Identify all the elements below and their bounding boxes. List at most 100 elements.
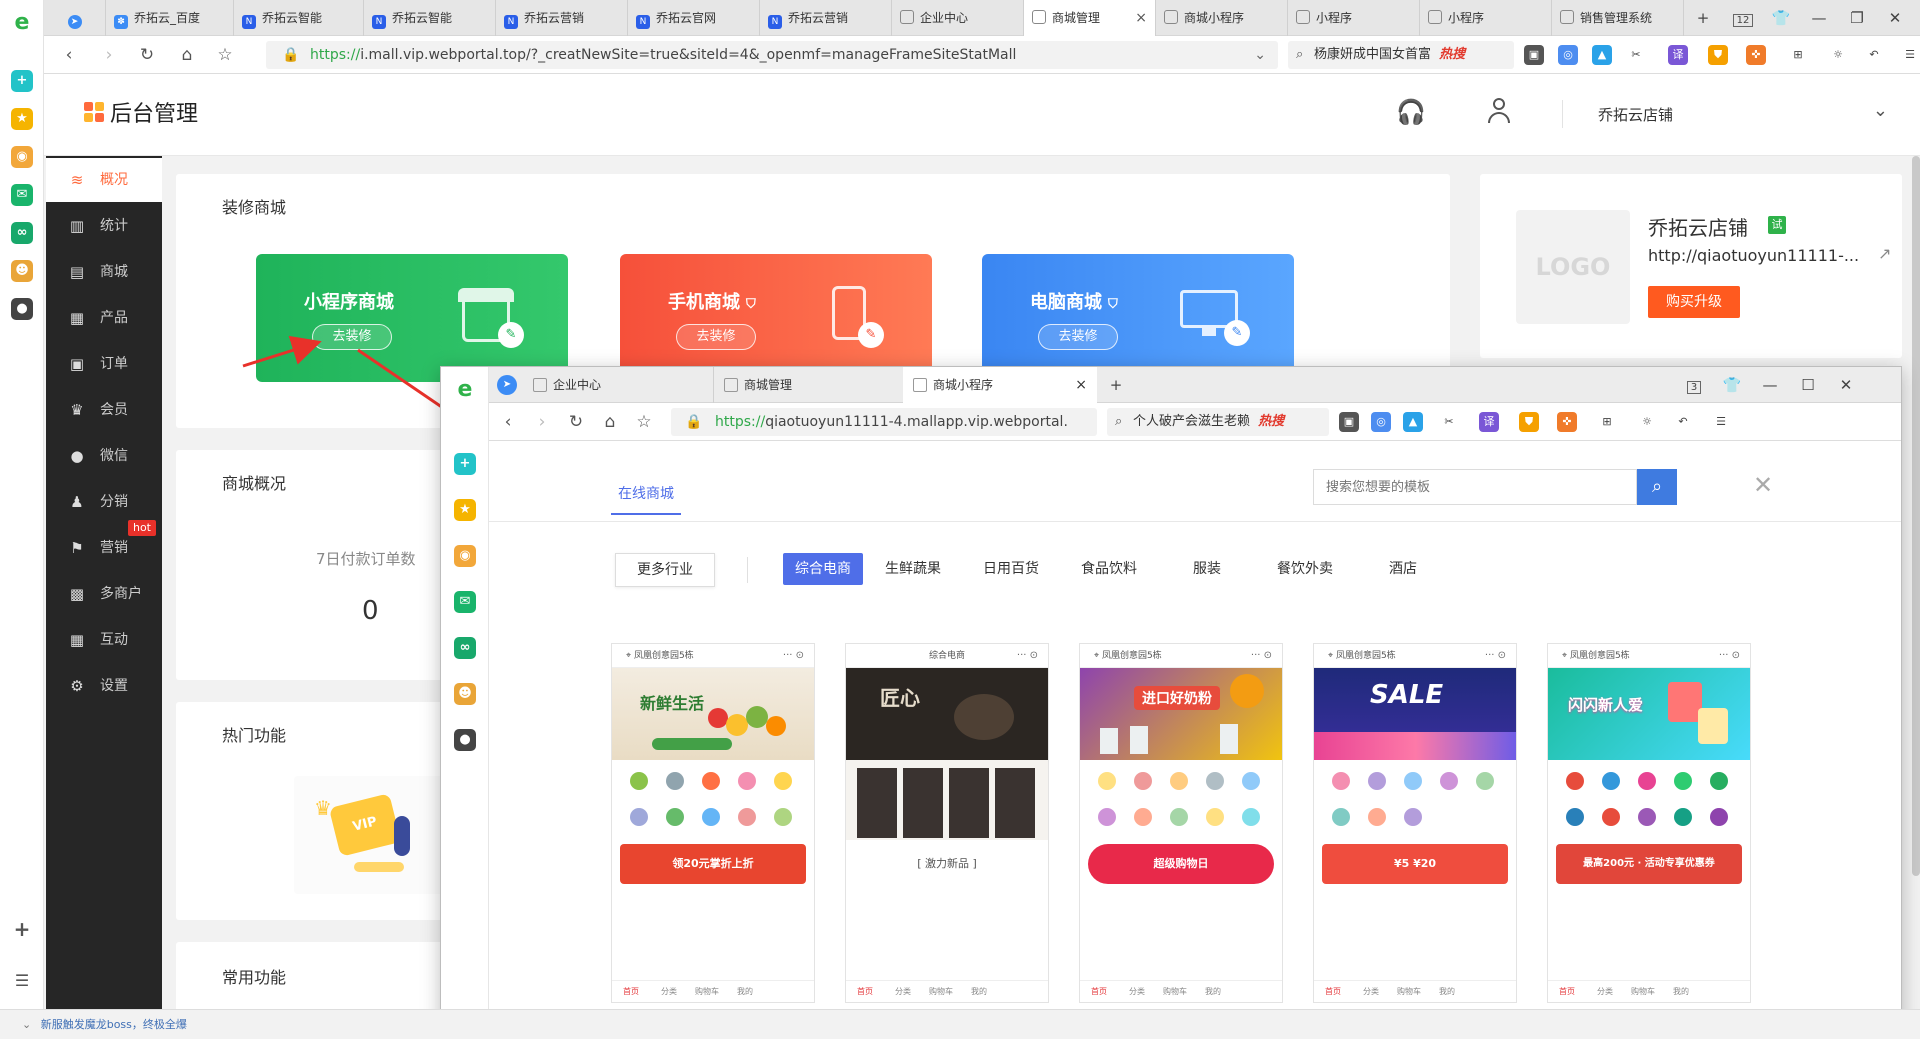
- tab-9[interactable]: 商城小程序: [1156, 0, 1288, 36]
- undo-icon[interactable]: ↶: [1673, 412, 1693, 432]
- sidebar-item-4[interactable]: ▣ 订单: [46, 342, 162, 386]
- shop-url[interactable]: http://qiaotuoyun11111-...: [1648, 246, 1859, 265]
- undo-icon[interactable]: ↶: [1864, 45, 1884, 65]
- category-catering[interactable]: 餐饮外卖: [1265, 553, 1345, 585]
- tab-7[interactable]: 企业中心: [892, 0, 1024, 36]
- popup-tab-enterprise[interactable]: 企业中心: [523, 367, 713, 403]
- popup-tab-mall-admin[interactable]: 商城管理: [713, 367, 903, 403]
- tab-8-active[interactable]: 商城管理 ×: [1024, 0, 1156, 36]
- reload-icon[interactable]: ↻: [136, 44, 158, 66]
- weibo-icon[interactable]: ◉: [454, 545, 476, 567]
- translate-icon[interactable]: 译: [1668, 45, 1688, 65]
- brightness-icon[interactable]: ☼: [1637, 412, 1657, 432]
- close-popup-icon[interactable]: ✕: [1753, 471, 1773, 499]
- link-icon[interactable]: ∞: [454, 637, 476, 659]
- template-card-craft[interactable]: 综合电商 ··· ⊙ 匠心 [ 激力新品 ] 首页 分类 购物车 我的: [845, 643, 1049, 1003]
- apps-grid-icon[interactable]: ⊞: [1788, 45, 1808, 65]
- forward-icon[interactable]: ›: [531, 411, 553, 433]
- tab-1[interactable]: ✽ 乔拓云_百度: [106, 0, 234, 36]
- user-icon[interactable]: [1486, 96, 1512, 124]
- browser-menu-icon[interactable]: ☰: [1711, 412, 1731, 432]
- sidebar-item-10[interactable]: ▦ 互动: [46, 618, 162, 662]
- sidebar-item-11[interactable]: ⚙ 设置: [46, 664, 162, 708]
- navigation-icon[interactable]: ➤: [497, 375, 517, 395]
- url-field[interactable]: 🔒 https://i.mall.vip.webportal.top/?_cre…: [266, 41, 1278, 69]
- link-icon[interactable]: ∞: [11, 222, 33, 244]
- url-field[interactable]: 🔒 https://qiaotuoyun11111-4.mallapp.vip.…: [671, 408, 1097, 436]
- shop-name-dropdown[interactable]: 乔拓云店铺 ⌄: [1598, 100, 1888, 126]
- new-tab-button[interactable]: +: [1684, 0, 1722, 36]
- sidebar-item-8[interactable]: ⚑ 营销 hot: [46, 520, 162, 570]
- url-dropdown-icon[interactable]: ⌄: [1254, 41, 1266, 69]
- add-shortcut-icon[interactable]: +: [11, 918, 33, 940]
- close-tab-icon[interactable]: ×: [1135, 0, 1147, 36]
- shield-icon[interactable]: ⛊: [1708, 45, 1728, 65]
- close-window-button[interactable]: ✕: [1876, 0, 1914, 36]
- game-icon[interactable]: ☻: [11, 260, 33, 282]
- game-icon[interactable]: ☻: [454, 683, 476, 705]
- extension-box-icon[interactable]: ▣: [1524, 45, 1544, 65]
- tab-5[interactable]: N 乔拓云官网: [628, 0, 760, 36]
- star-icon[interactable]: ★: [11, 108, 33, 130]
- sidebar-item-2[interactable]: ▤ 商城: [46, 250, 162, 294]
- sidebar-item-7[interactable]: ♟ 分销: [46, 480, 162, 524]
- extension-box-icon[interactable]: ▣: [1339, 412, 1359, 432]
- scissors-icon[interactable]: ✂: [1626, 45, 1646, 65]
- template-card-milk[interactable]: ⌖ 凤凰创意园5栋 ··· ⊙ 进口好奶粉 超级购物日 首页 分类 购物车 我的: [1079, 643, 1283, 1003]
- decorate-button[interactable]: 去装修: [1038, 324, 1118, 350]
- shirt-icon[interactable]: 👕: [1713, 367, 1751, 403]
- page-scrollbar[interactable]: [1912, 156, 1920, 876]
- decorate-button[interactable]: 去装修: [312, 324, 392, 350]
- tab-0[interactable]: ➤: [50, 0, 106, 36]
- weibo-icon[interactable]: ◉: [11, 146, 33, 168]
- template-card-sale[interactable]: ⌖ 凤凰创意园5栋 ··· ⊙ SALE ¥5 ¥20 首页 分类 购物车 我的: [1313, 643, 1517, 1003]
- category-food[interactable]: 食品饮料: [1069, 553, 1149, 585]
- search-button[interactable]: ⌕: [1637, 469, 1677, 505]
- online-mall-tab[interactable]: 在线商城: [611, 475, 681, 515]
- popup-tab-mall-miniprogram[interactable]: 商城小程序 ×: [903, 367, 1097, 403]
- tab-6[interactable]: N 乔拓云营销: [760, 0, 892, 36]
- minimize-button[interactable]: —: [1751, 367, 1789, 403]
- template-card-fresh[interactable]: ⌖ 凤凰创意园5栋 ··· ⊙ 新鲜生活 领20元掌折上折 首页 分类 购物车 我的: [611, 643, 815, 1003]
- add-icon[interactable]: +: [11, 70, 33, 92]
- mail-icon[interactable]: ✉: [11, 184, 33, 206]
- category-clothing[interactable]: 服装: [1167, 553, 1247, 585]
- external-link-icon[interactable]: ↗: [1878, 244, 1891, 263]
- maximize-button[interactable]: ❐: [1838, 0, 1876, 36]
- panda-icon[interactable]: ●: [11, 298, 33, 320]
- shield-icon[interactable]: ⛊: [1519, 412, 1539, 432]
- decorate-button[interactable]: 去装修: [676, 324, 756, 350]
- back-icon[interactable]: ‹: [497, 411, 519, 433]
- forward-icon[interactable]: ›: [98, 44, 120, 66]
- mail-icon[interactable]: ✉: [454, 591, 476, 613]
- category-ecommerce[interactable]: 综合电商: [783, 553, 863, 585]
- upgrade-button[interactable]: 购买升级: [1648, 286, 1740, 318]
- status-news-link[interactable]: 新服触发魔龙boss，终极全爆: [41, 1018, 187, 1031]
- add-icon[interactable]: +: [454, 453, 476, 475]
- shirt-icon[interactable]: 👕: [1762, 0, 1800, 36]
- sidebar-item-3[interactable]: ▦ 产品: [46, 296, 162, 340]
- browser-logo-icon[interactable]: e: [11, 12, 33, 34]
- mobile-mall-tile[interactable]: 手机商城 ⛉ 去装修 ✎: [620, 254, 932, 382]
- category-fresh[interactable]: 生鲜蔬果: [873, 553, 953, 585]
- tab-count-button[interactable]: 3: [1675, 367, 1713, 403]
- panda-icon[interactable]: ●: [454, 729, 476, 751]
- search-field[interactable]: ⌕ 杨康妍成中国女首富 热搜: [1288, 41, 1514, 69]
- apps-grid-icon[interactable]: ⊞: [1597, 412, 1617, 432]
- extension-triangle-icon[interactable]: ▲: [1592, 45, 1612, 65]
- home-icon[interactable]: ⌂: [176, 44, 198, 66]
- sidebar-item-5[interactable]: ♛ 会员: [46, 388, 162, 432]
- tab-10[interactable]: 小程序: [1288, 0, 1420, 36]
- extension-globe-icon[interactable]: ◎: [1558, 45, 1578, 65]
- tab-11[interactable]: 小程序: [1420, 0, 1552, 36]
- back-icon[interactable]: ‹: [58, 44, 80, 66]
- tab-count-button[interactable]: 12: [1724, 0, 1762, 36]
- browser-logo-icon[interactable]: e: [454, 379, 476, 401]
- sidebar-item-0[interactable]: ≋ 概况: [46, 158, 162, 202]
- bookmark-star-icon[interactable]: ☆: [214, 44, 236, 66]
- star-icon[interactable]: ★: [454, 499, 476, 521]
- extension-triangle-icon[interactable]: ▲: [1403, 412, 1423, 432]
- close-tab-icon[interactable]: ×: [1075, 367, 1087, 403]
- logo-placeholder[interactable]: LOGO: [1516, 210, 1630, 324]
- template-search-input[interactable]: [1313, 469, 1637, 505]
